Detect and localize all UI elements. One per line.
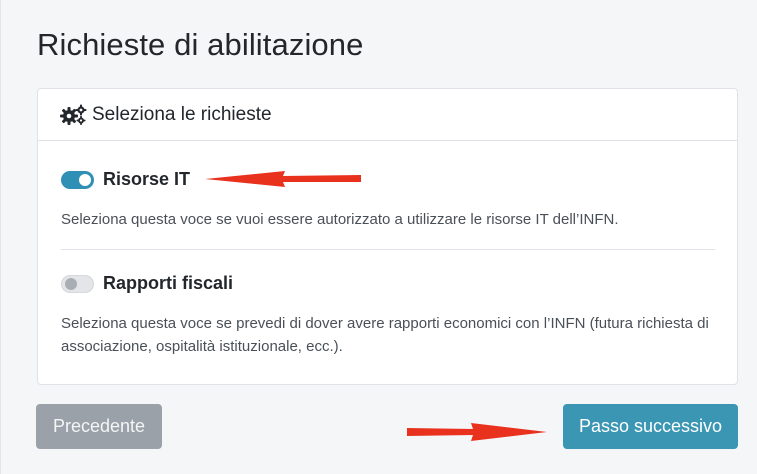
annotation-arrow-left-icon: [205, 171, 361, 187]
toggle-knob: [65, 277, 77, 290]
rapporti-fiscali-toggle[interactable]: [61, 274, 94, 293]
option-label: Rapporti fiscali: [103, 273, 234, 293]
card-header-title: Seleziona le richieste: [92, 103, 272, 125]
option-row: Rapporti fiscali: [61, 273, 711, 294]
option-label: Risorse IT: [103, 169, 191, 189]
page-title: Richieste di abilitazione: [37, 27, 364, 62]
next-step-button[interactable]: Passo successivo: [563, 404, 738, 449]
option-description: Seleziona questa voce se vuoi essere aut…: [61, 211, 619, 228]
risorse-it-toggle[interactable]: [61, 170, 94, 189]
divider: [61, 249, 715, 250]
option-risorse-it: Risorse IT Seleziona questa voce se vuoi…: [61, 169, 711, 231]
page: Richieste di abilitazione Seleziona le r…: [0, 0, 757, 474]
toggle-knob: [79, 173, 91, 186]
requests-card: Seleziona le richieste Risorse IT Selezi…: [37, 88, 738, 385]
option-row: Risorse IT: [61, 169, 711, 190]
card-header: Seleziona le richieste: [38, 89, 737, 141]
option-description: Seleziona questa voce se prevedi di dove…: [61, 315, 709, 355]
cogs-icon: [60, 104, 88, 126]
option-rapporti-fiscali: Rapporti fiscali Seleziona questa voce s…: [61, 273, 711, 358]
annotation-arrow-right-icon: [407, 423, 547, 441]
previous-button[interactable]: Precedente: [36, 404, 162, 449]
